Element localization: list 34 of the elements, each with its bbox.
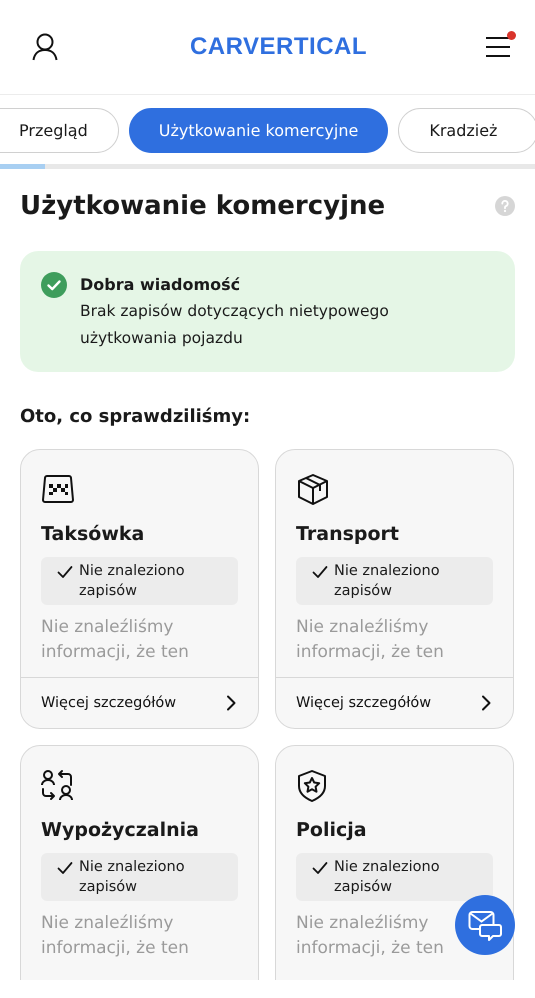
status-text: Nie znaleziono zapisów [334,858,441,897]
box-icon [296,473,330,507]
details-link[interactable]: Więcej szczegółów [21,677,258,728]
card-description: Nie znaleźliśmy informacji, że ten [296,912,445,960]
page-title: Użytkowanie komercyjne [20,191,386,221]
tab[interactable]: Przegląd [0,108,119,153]
mail-chat-icon [468,909,502,941]
card-title: Policja [296,819,368,841]
details-link[interactable]: Więcej szczegółów [276,677,513,728]
status-text: Nie znaleziono zapisów [79,562,186,601]
card-description: Nie znaleźliśmy informacji, że ten [41,912,190,960]
status-text: Nie znaleziono zapisów [334,562,441,601]
chevron-right-icon [226,695,236,711]
section-heading: Oto, co sprawdziliśmy: [20,406,252,427]
tab[interactable]: Użytkowanie komercyjne [128,108,388,153]
alert-text: Brak zapisów dotyczących nietypowego użytkowania pojazdu [80,301,390,349]
logo[interactable]: CARVERTICAL [190,33,368,61]
check-icon [312,565,328,579]
chevron-right-icon [481,695,491,711]
check-icon [312,861,328,875]
check-icon [57,565,73,579]
card-title: Transport [296,523,400,545]
user-icon[interactable] [32,33,58,61]
check-circle-icon [41,272,67,298]
alert-title: Dobra wiadomość [80,275,242,294]
people-swap-icon [41,769,75,803]
menu-icon[interactable] [485,36,511,58]
card-title: Taksówka [41,523,146,545]
check-icon [57,861,73,875]
card-description: Nie znaleźliśmy informacji, że ten [296,616,445,664]
card-title: Wypożyczalnia [41,819,200,841]
tab[interactable]: Kradzież [398,108,535,153]
status-text: Nie znaleziono zapisów [79,858,186,897]
card-description: Nie znaleźliśmy informacji, że ten [41,616,190,664]
